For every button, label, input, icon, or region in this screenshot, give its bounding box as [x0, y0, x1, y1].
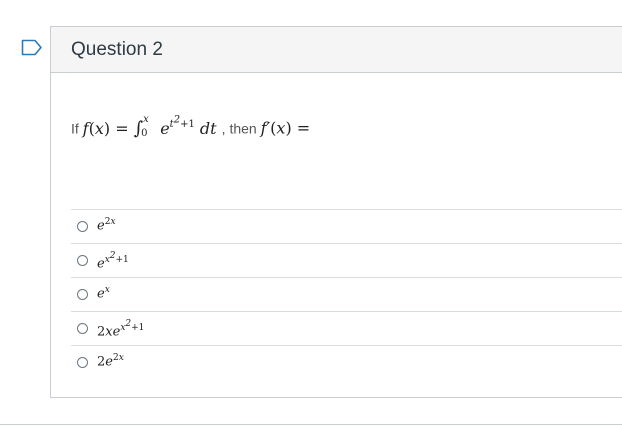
question-prompt: If f(x) = ∫ x 0 et2+1 dt , then f′(x) = [71, 114, 311, 140]
answer-label: ex [97, 285, 110, 302]
answer-option-2[interactable]: ex2+1 [71, 243, 622, 277]
prompt-formula: f(x) = ∫ x 0 et2+1 dt [82, 114, 222, 140]
prompt-then: , then [221, 120, 257, 137]
answer-option-1[interactable]: e2x [71, 209, 622, 243]
answer-label: 2xex2+1 [97, 319, 145, 340]
radio-button[interactable] [77, 323, 88, 334]
radio-button[interactable] [77, 289, 88, 300]
answer-label: ex2+1 [97, 251, 129, 272]
prompt-derivative: f′(x) = [260, 118, 311, 138]
answer-label: 2e2x [97, 353, 124, 370]
page-divider [0, 424, 622, 425]
radio-button[interactable] [77, 357, 88, 368]
answer-label: e2x [97, 217, 116, 234]
radio-button[interactable] [77, 221, 88, 232]
answer-option-4[interactable]: 2xex2+1 [71, 311, 622, 345]
question-header: Question 2 [51, 27, 622, 73]
bookmark-question-button[interactable] [21, 39, 43, 56]
bookmark-flag-icon [21, 39, 42, 56]
question-card: Question 2 If f(x) = ∫ x 0 et2+1 dt , then… [50, 26, 622, 398]
answer-option-5[interactable]: 2e2x [71, 345, 622, 379]
answer-option-3[interactable]: ex [71, 277, 622, 311]
radio-button[interactable] [77, 255, 88, 266]
question-title: Question 2 [71, 39, 163, 60]
answer-list: e2x ex2+1 ex 2xex2+1 2e2x [71, 209, 622, 379]
prompt-prefix: If [71, 120, 79, 137]
